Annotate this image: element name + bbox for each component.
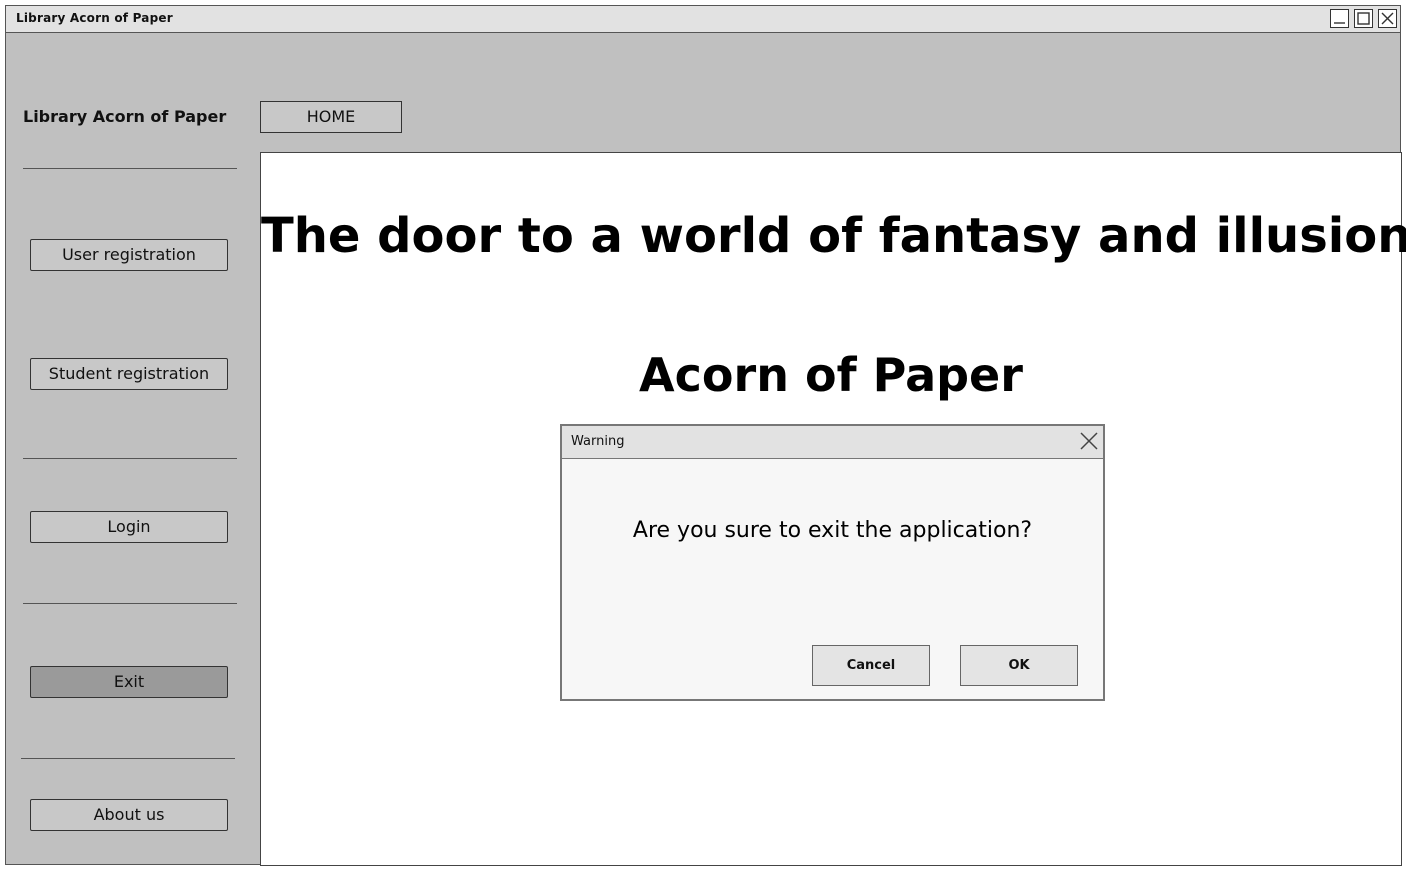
window-titlebar: Library Acorn of Paper xyxy=(6,6,1400,33)
sidebar-divider xyxy=(23,168,237,169)
sidebar-divider xyxy=(21,758,235,759)
login-button[interactable]: Login xyxy=(30,511,228,543)
sidebar-divider xyxy=(23,603,237,604)
minimize-icon[interactable] xyxy=(1330,9,1349,28)
maximize-icon[interactable] xyxy=(1354,9,1373,28)
sidebar-brand: Library Acorn of Paper xyxy=(23,107,227,126)
ok-button[interactable]: OK xyxy=(960,645,1078,686)
dialog-close-icon[interactable] xyxy=(1078,430,1100,452)
about-us-button[interactable]: About us xyxy=(30,799,228,831)
exit-button[interactable]: Exit xyxy=(30,666,228,698)
page-headline: The door to a world of fantasy and illus… xyxy=(261,208,1406,264)
dialog-message: Are you sure to exit the application? xyxy=(632,518,1033,543)
app-window: Library Acorn of Paper Library Acorn of … xyxy=(5,5,1406,866)
window-title: Library Acorn of Paper xyxy=(16,11,173,25)
dialog-titlebar: Warning xyxy=(562,426,1103,459)
student-registration-button[interactable]: Student registration xyxy=(30,358,228,390)
close-icon[interactable] xyxy=(1378,9,1397,28)
cancel-button[interactable]: Cancel xyxy=(812,645,930,686)
page-subhead: Acorn of Paper xyxy=(639,348,1023,402)
dialog-title: Warning xyxy=(571,434,625,449)
sidebar-divider xyxy=(23,458,237,459)
warning-dialog: Warning Are you sure to exit the applica… xyxy=(560,424,1105,701)
home-button[interactable]: HOME xyxy=(260,101,402,133)
user-registration-button[interactable]: User registration xyxy=(30,239,228,271)
